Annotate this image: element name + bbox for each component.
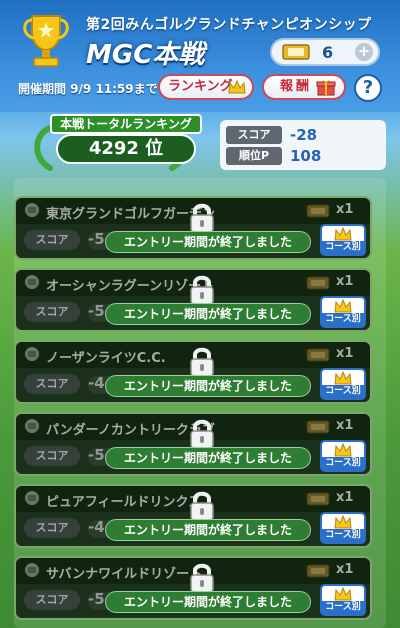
event-title: MGC本戦	[86, 40, 205, 70]
score-value: -28	[290, 126, 318, 144]
course-name: ピュアフィールドリンクス	[46, 495, 202, 510]
entry-ended-banner: エントリー期間が終了しました	[106, 520, 310, 540]
crown-icon	[334, 515, 352, 529]
course-score: -5	[88, 302, 105, 320]
ticket-icon	[306, 348, 330, 362]
course-ranking-button[interactable]: コース別	[320, 296, 366, 328]
points-stat-row: 順位P 108	[226, 147, 380, 165]
course-icon	[25, 491, 39, 505]
ranking-stats: スコア -28 順位P 108	[220, 120, 386, 170]
course-name: ノーザンライツC.C.	[46, 351, 166, 366]
course-multiplier: x1	[336, 274, 354, 289]
crown-icon	[334, 299, 352, 313]
lock-icon	[190, 491, 214, 521]
course-score-label: スコア	[24, 590, 80, 610]
course-icon	[25, 419, 39, 433]
entry-ended-banner: エントリー期間が終了しました	[106, 376, 310, 396]
course-ranking-button-label: コース別	[322, 385, 364, 398]
reward-button-label: 報酬	[280, 79, 313, 94]
points-label: 順位P	[226, 147, 282, 165]
help-button[interactable]: ?	[354, 74, 382, 102]
course-score: -4	[88, 374, 105, 392]
ticket-icon	[306, 420, 330, 434]
course-name: サバンナワイルドリゾート	[46, 567, 203, 582]
course-icon	[25, 203, 39, 217]
course-ranking-button-label: コース別	[322, 529, 364, 542]
lock-icon-wrap	[188, 202, 216, 234]
course-multiplier: x1	[336, 418, 354, 433]
entry-ended-banner: エントリー期間が終了しました	[106, 592, 310, 612]
course-score-label: スコア	[24, 518, 80, 538]
course-ranking-button[interactable]: コース別	[320, 368, 366, 400]
total-ranking-panel: 本戦トータルランキング 4292 位 スコア -28 順位P 108	[12, 114, 386, 171]
score-stat-row: スコア -28	[226, 126, 380, 144]
course-score: -4	[88, 518, 105, 536]
lock-icon	[190, 347, 214, 377]
event-period: 開催期間 9/9 11:59まで	[18, 82, 158, 96]
ticket-icon	[282, 44, 310, 60]
score-label: スコア	[226, 126, 282, 144]
course-multiplier: x1	[336, 490, 354, 505]
course-ranking-button-label: コース別	[322, 241, 364, 254]
lock-icon-wrap	[188, 418, 216, 450]
ticket-icon	[306, 204, 330, 218]
ticket-icon	[306, 564, 330, 578]
lock-icon-wrap	[188, 490, 216, 522]
course-icon	[25, 563, 39, 577]
course-score-label: スコア	[24, 446, 80, 466]
course-multiplier: x1	[336, 202, 354, 217]
course-score-label: スコア	[24, 374, 80, 394]
course-score: -5	[88, 590, 105, 608]
lock-icon	[190, 203, 214, 233]
crown-icon	[334, 443, 352, 457]
course-ranking-button[interactable]: コース別	[320, 224, 366, 256]
ticket-icon	[306, 492, 330, 506]
crown-icon	[334, 587, 352, 601]
course-ranking-button[interactable]: コース別	[320, 440, 366, 472]
course-ranking-button[interactable]: コース別	[320, 512, 366, 544]
course-multiplier: x1	[336, 562, 354, 577]
lock-icon	[190, 563, 214, 593]
event-header: 第2回みんゴルグランドチャンピオンシップ MGC本戦 6 + 開催期間 9/9 …	[0, 0, 400, 112]
course-ranking-button-label: コース別	[322, 601, 364, 614]
lock-icon-wrap	[188, 346, 216, 378]
lock-icon	[190, 419, 214, 449]
course-score: -5	[88, 446, 105, 464]
course-ranking-button[interactable]: コース別	[320, 584, 366, 616]
add-ticket-icon[interactable]: +	[355, 43, 373, 61]
crown-icon	[334, 227, 352, 241]
course-ranking-button-label: コース別	[322, 457, 364, 470]
entry-ended-banner: エントリー期間が終了しました	[106, 448, 310, 468]
ticket-counter: 6 +	[270, 38, 380, 66]
reward-button[interactable]: 報酬	[262, 74, 346, 100]
gift-icon	[316, 79, 336, 96]
course-score-label: スコア	[24, 230, 80, 250]
course-multiplier: x1	[336, 346, 354, 361]
total-ranking-label: 本戦トータルランキング	[50, 114, 202, 134]
lock-icon-wrap	[188, 274, 216, 306]
entry-ended-banner: エントリー期間が終了しました	[106, 232, 310, 252]
points-value: 108	[290, 147, 322, 165]
course-score-label: スコア	[24, 302, 80, 322]
lock-icon-wrap	[188, 562, 216, 594]
ticket-count: 6	[322, 43, 334, 62]
entry-ended-banner: エントリー期間が終了しました	[106, 304, 310, 324]
event-subtitle: 第2回みんゴルグランドチャンピオンシップ	[86, 17, 372, 33]
ranking-button[interactable]: ランキング	[158, 74, 254, 100]
course-score: -5	[88, 230, 105, 248]
total-ranking-value: 4292 位	[56, 134, 196, 164]
crown-icon	[228, 79, 246, 94]
ranking-button-label: ランキング	[168, 79, 233, 94]
crown-icon	[334, 371, 352, 385]
course-icon	[25, 275, 39, 289]
lock-icon	[190, 275, 214, 305]
course-icon	[25, 347, 39, 361]
ticket-icon	[306, 276, 330, 290]
course-ranking-button-label: コース別	[322, 313, 364, 326]
trophy-icon	[23, 15, 69, 67]
